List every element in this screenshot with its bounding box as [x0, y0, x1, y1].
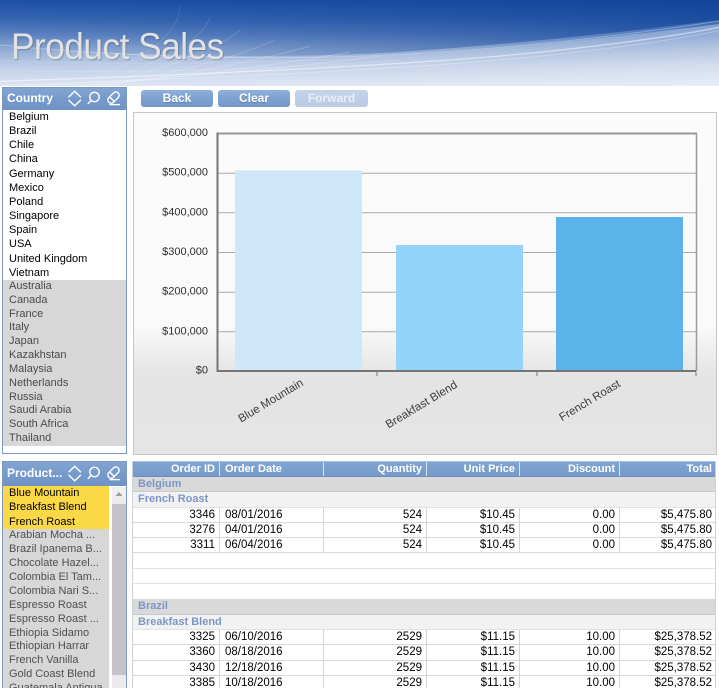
- svg-text:$300,000: $300,000: [162, 246, 208, 258]
- svg-text:$0: $0: [196, 365, 208, 377]
- svg-text:$200,000: $200,000: [162, 286, 208, 298]
- svg-text:$100,000: $100,000: [162, 325, 208, 337]
- svg-text:$600,000: $600,000: [162, 127, 208, 139]
- svg-text:$400,000: $400,000: [162, 206, 208, 218]
- svg-text:$500,000: $500,000: [162, 167, 208, 179]
